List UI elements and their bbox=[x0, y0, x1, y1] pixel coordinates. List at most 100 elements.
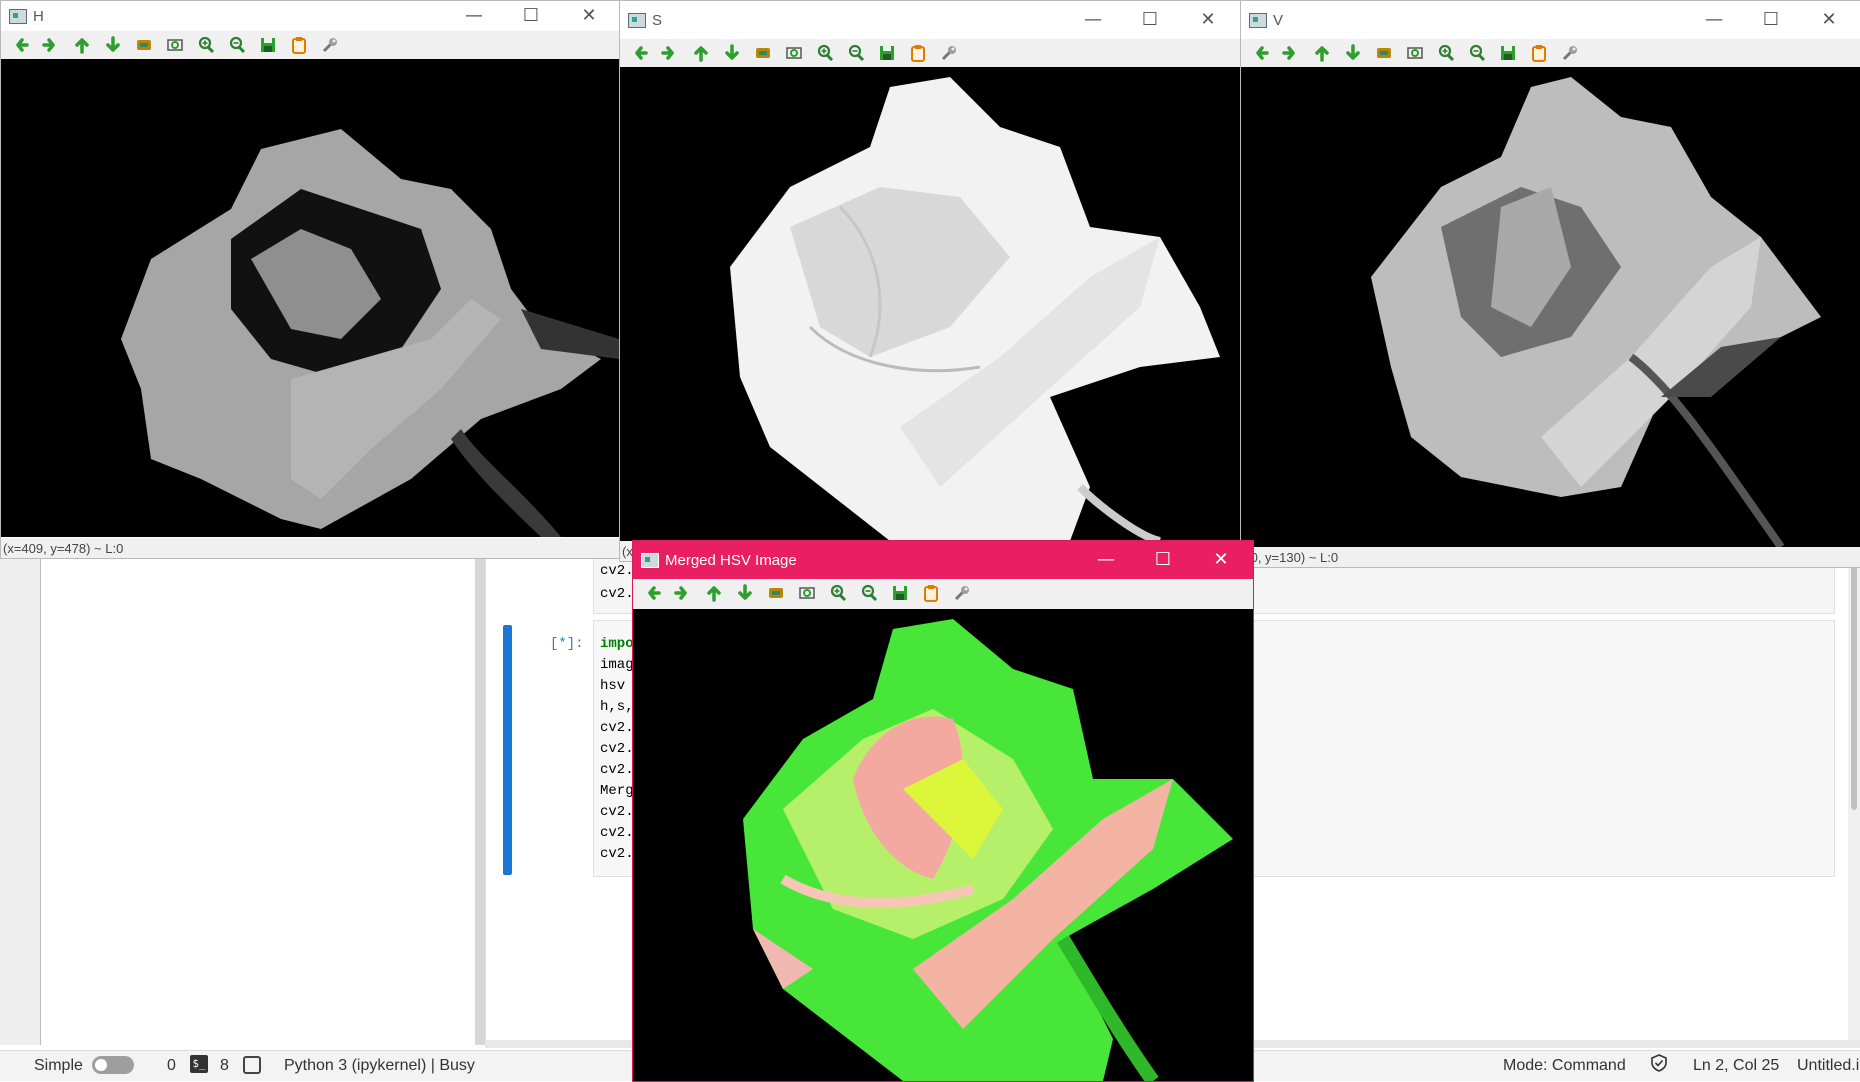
window-s[interactable]: S — ☐ ✕ (x bbox=[619, 0, 1241, 562]
toolbar bbox=[620, 39, 1240, 67]
zoom-out-icon[interactable] bbox=[847, 44, 865, 62]
zoom-out-icon[interactable] bbox=[1468, 44, 1486, 62]
minimize-button[interactable]: — bbox=[456, 4, 492, 28]
copy-icon[interactable] bbox=[1530, 44, 1548, 62]
terminal-icon[interactable]: $_ bbox=[190, 1055, 208, 1073]
cell-collapser[interactable] bbox=[503, 625, 512, 875]
pan-left-icon[interactable] bbox=[11, 36, 29, 54]
window-title: V bbox=[1273, 12, 1284, 29]
pan-left-icon[interactable] bbox=[1251, 44, 1269, 62]
file-browser-panel bbox=[41, 555, 475, 1045]
toolbar bbox=[1241, 39, 1860, 67]
file-name[interactable]: Untitled.i bbox=[1797, 1057, 1859, 1075]
zoom-image-icon[interactable] bbox=[1375, 44, 1393, 62]
maximize-button[interactable]: ☐ bbox=[513, 4, 549, 28]
window-v[interactable]: V — ☐ ✕ =0, y=130) ~ L:0 bbox=[1240, 0, 1860, 568]
window-title: H bbox=[33, 8, 44, 25]
close-button[interactable]: ✕ bbox=[1203, 548, 1239, 572]
kernel-status[interactable]: Python 3 (ipykernel) | Busy bbox=[284, 1057, 475, 1075]
title-bar[interactable]: V — ☐ ✕ bbox=[1241, 1, 1860, 39]
pan-down-icon[interactable] bbox=[723, 44, 741, 62]
zoom-in-icon[interactable] bbox=[829, 584, 847, 602]
app-icon bbox=[628, 13, 646, 28]
kernel-chip-icon[interactable] bbox=[243, 1056, 261, 1074]
zoom-in-icon[interactable] bbox=[816, 44, 834, 62]
window-title: S bbox=[652, 12, 663, 29]
image-canvas[interactable] bbox=[633, 609, 1253, 1081]
zoom-in-icon[interactable] bbox=[197, 36, 215, 54]
zoom-out-icon[interactable] bbox=[228, 36, 246, 54]
panel-splitter[interactable] bbox=[475, 555, 485, 1045]
zoom-out-icon[interactable] bbox=[860, 584, 878, 602]
pan-up-icon[interactable] bbox=[73, 36, 91, 54]
cursor-position[interactable]: Ln 2, Col 25 bbox=[1693, 1057, 1779, 1075]
zoom-image-icon[interactable] bbox=[767, 584, 785, 602]
simple-mode-toggle[interactable] bbox=[92, 1056, 134, 1074]
toolbar bbox=[1, 31, 619, 59]
title-bar[interactable]: S — ☐ ✕ bbox=[620, 1, 1240, 39]
pan-down-icon[interactable] bbox=[104, 36, 122, 54]
title-bar[interactable]: H — ☐ ✕ bbox=[1, 1, 619, 31]
count-a[interactable]: 0 bbox=[167, 1057, 176, 1075]
properties-icon[interactable] bbox=[1561, 44, 1579, 62]
minimize-button[interactable]: — bbox=[1696, 8, 1732, 32]
save-icon[interactable] bbox=[891, 584, 909, 602]
scrollbar-thumb[interactable] bbox=[1851, 560, 1857, 810]
zoom-fit-icon[interactable] bbox=[1406, 44, 1424, 62]
status-line: (x=409, y=478) ~ L:0 bbox=[1, 538, 619, 558]
close-button[interactable]: ✕ bbox=[571, 4, 607, 28]
image-canvas[interactable] bbox=[620, 67, 1240, 541]
code-line: hsv bbox=[600, 678, 634, 694]
pan-right-icon[interactable] bbox=[661, 44, 679, 62]
maximize-button[interactable]: ☐ bbox=[1145, 548, 1181, 572]
pan-left-icon[interactable] bbox=[643, 584, 661, 602]
image-canvas[interactable] bbox=[1241, 67, 1860, 547]
zoom-fit-icon[interactable] bbox=[166, 36, 184, 54]
pan-down-icon[interactable] bbox=[1344, 44, 1362, 62]
pan-right-icon[interactable] bbox=[42, 36, 60, 54]
pan-left-icon[interactable] bbox=[630, 44, 648, 62]
merged-hsv-image bbox=[743, 619, 1233, 1081]
zoom-image-icon[interactable] bbox=[754, 44, 772, 62]
save-icon[interactable] bbox=[259, 36, 277, 54]
minimize-button[interactable]: — bbox=[1075, 8, 1111, 32]
window-h[interactable]: H — ☐ ✕ (x=409, y=478) ~ L:0 bbox=[0, 0, 620, 559]
cursor-readout: (x=409, y=478) ~ L:0 bbox=[3, 541, 124, 556]
zoom-fit-icon[interactable] bbox=[798, 584, 816, 602]
prev-code-line: cv2. bbox=[600, 563, 634, 579]
copy-icon[interactable] bbox=[909, 44, 927, 62]
close-button[interactable]: ✕ bbox=[1811, 8, 1847, 32]
copy-icon[interactable] bbox=[922, 584, 940, 602]
pan-right-icon[interactable] bbox=[674, 584, 692, 602]
properties-icon[interactable] bbox=[940, 44, 958, 62]
save-icon[interactable] bbox=[1499, 44, 1517, 62]
zoom-in-icon[interactable] bbox=[1437, 44, 1455, 62]
pan-down-icon[interactable] bbox=[736, 584, 754, 602]
zoom-image-icon[interactable] bbox=[135, 36, 153, 54]
pan-up-icon[interactable] bbox=[705, 584, 723, 602]
copy-icon[interactable] bbox=[290, 36, 308, 54]
image-canvas[interactable] bbox=[1, 59, 619, 537]
cell-prompt: [*]: bbox=[550, 636, 584, 652]
maximize-button[interactable]: ☐ bbox=[1132, 8, 1168, 32]
mode-indicator[interactable]: Mode: Command bbox=[1503, 1057, 1626, 1075]
close-button[interactable]: ✕ bbox=[1190, 8, 1226, 32]
save-icon[interactable] bbox=[878, 44, 896, 62]
pan-up-icon[interactable] bbox=[1313, 44, 1331, 62]
pan-up-icon[interactable] bbox=[692, 44, 710, 62]
properties-icon[interactable] bbox=[321, 36, 339, 54]
app-icon bbox=[1249, 13, 1267, 28]
code-line: cv2. bbox=[600, 720, 634, 736]
pan-right-icon[interactable] bbox=[1282, 44, 1300, 62]
window-merged-hsv[interactable]: Merged HSV Image — ☐ ✕ bbox=[632, 540, 1254, 1082]
maximize-button[interactable]: ☐ bbox=[1753, 8, 1789, 32]
code-line: cv2. bbox=[600, 846, 634, 862]
code-line: cv2. bbox=[600, 804, 634, 820]
code-line: cv2. bbox=[600, 762, 634, 778]
minimize-button[interactable]: — bbox=[1088, 548, 1124, 572]
title-bar[interactable]: Merged HSV Image — ☐ ✕ bbox=[633, 541, 1253, 579]
count-b[interactable]: 8 bbox=[220, 1057, 229, 1075]
properties-icon[interactable] bbox=[953, 584, 971, 602]
zoom-fit-icon[interactable] bbox=[785, 44, 803, 62]
shield-icon[interactable] bbox=[1651, 1054, 1667, 1072]
